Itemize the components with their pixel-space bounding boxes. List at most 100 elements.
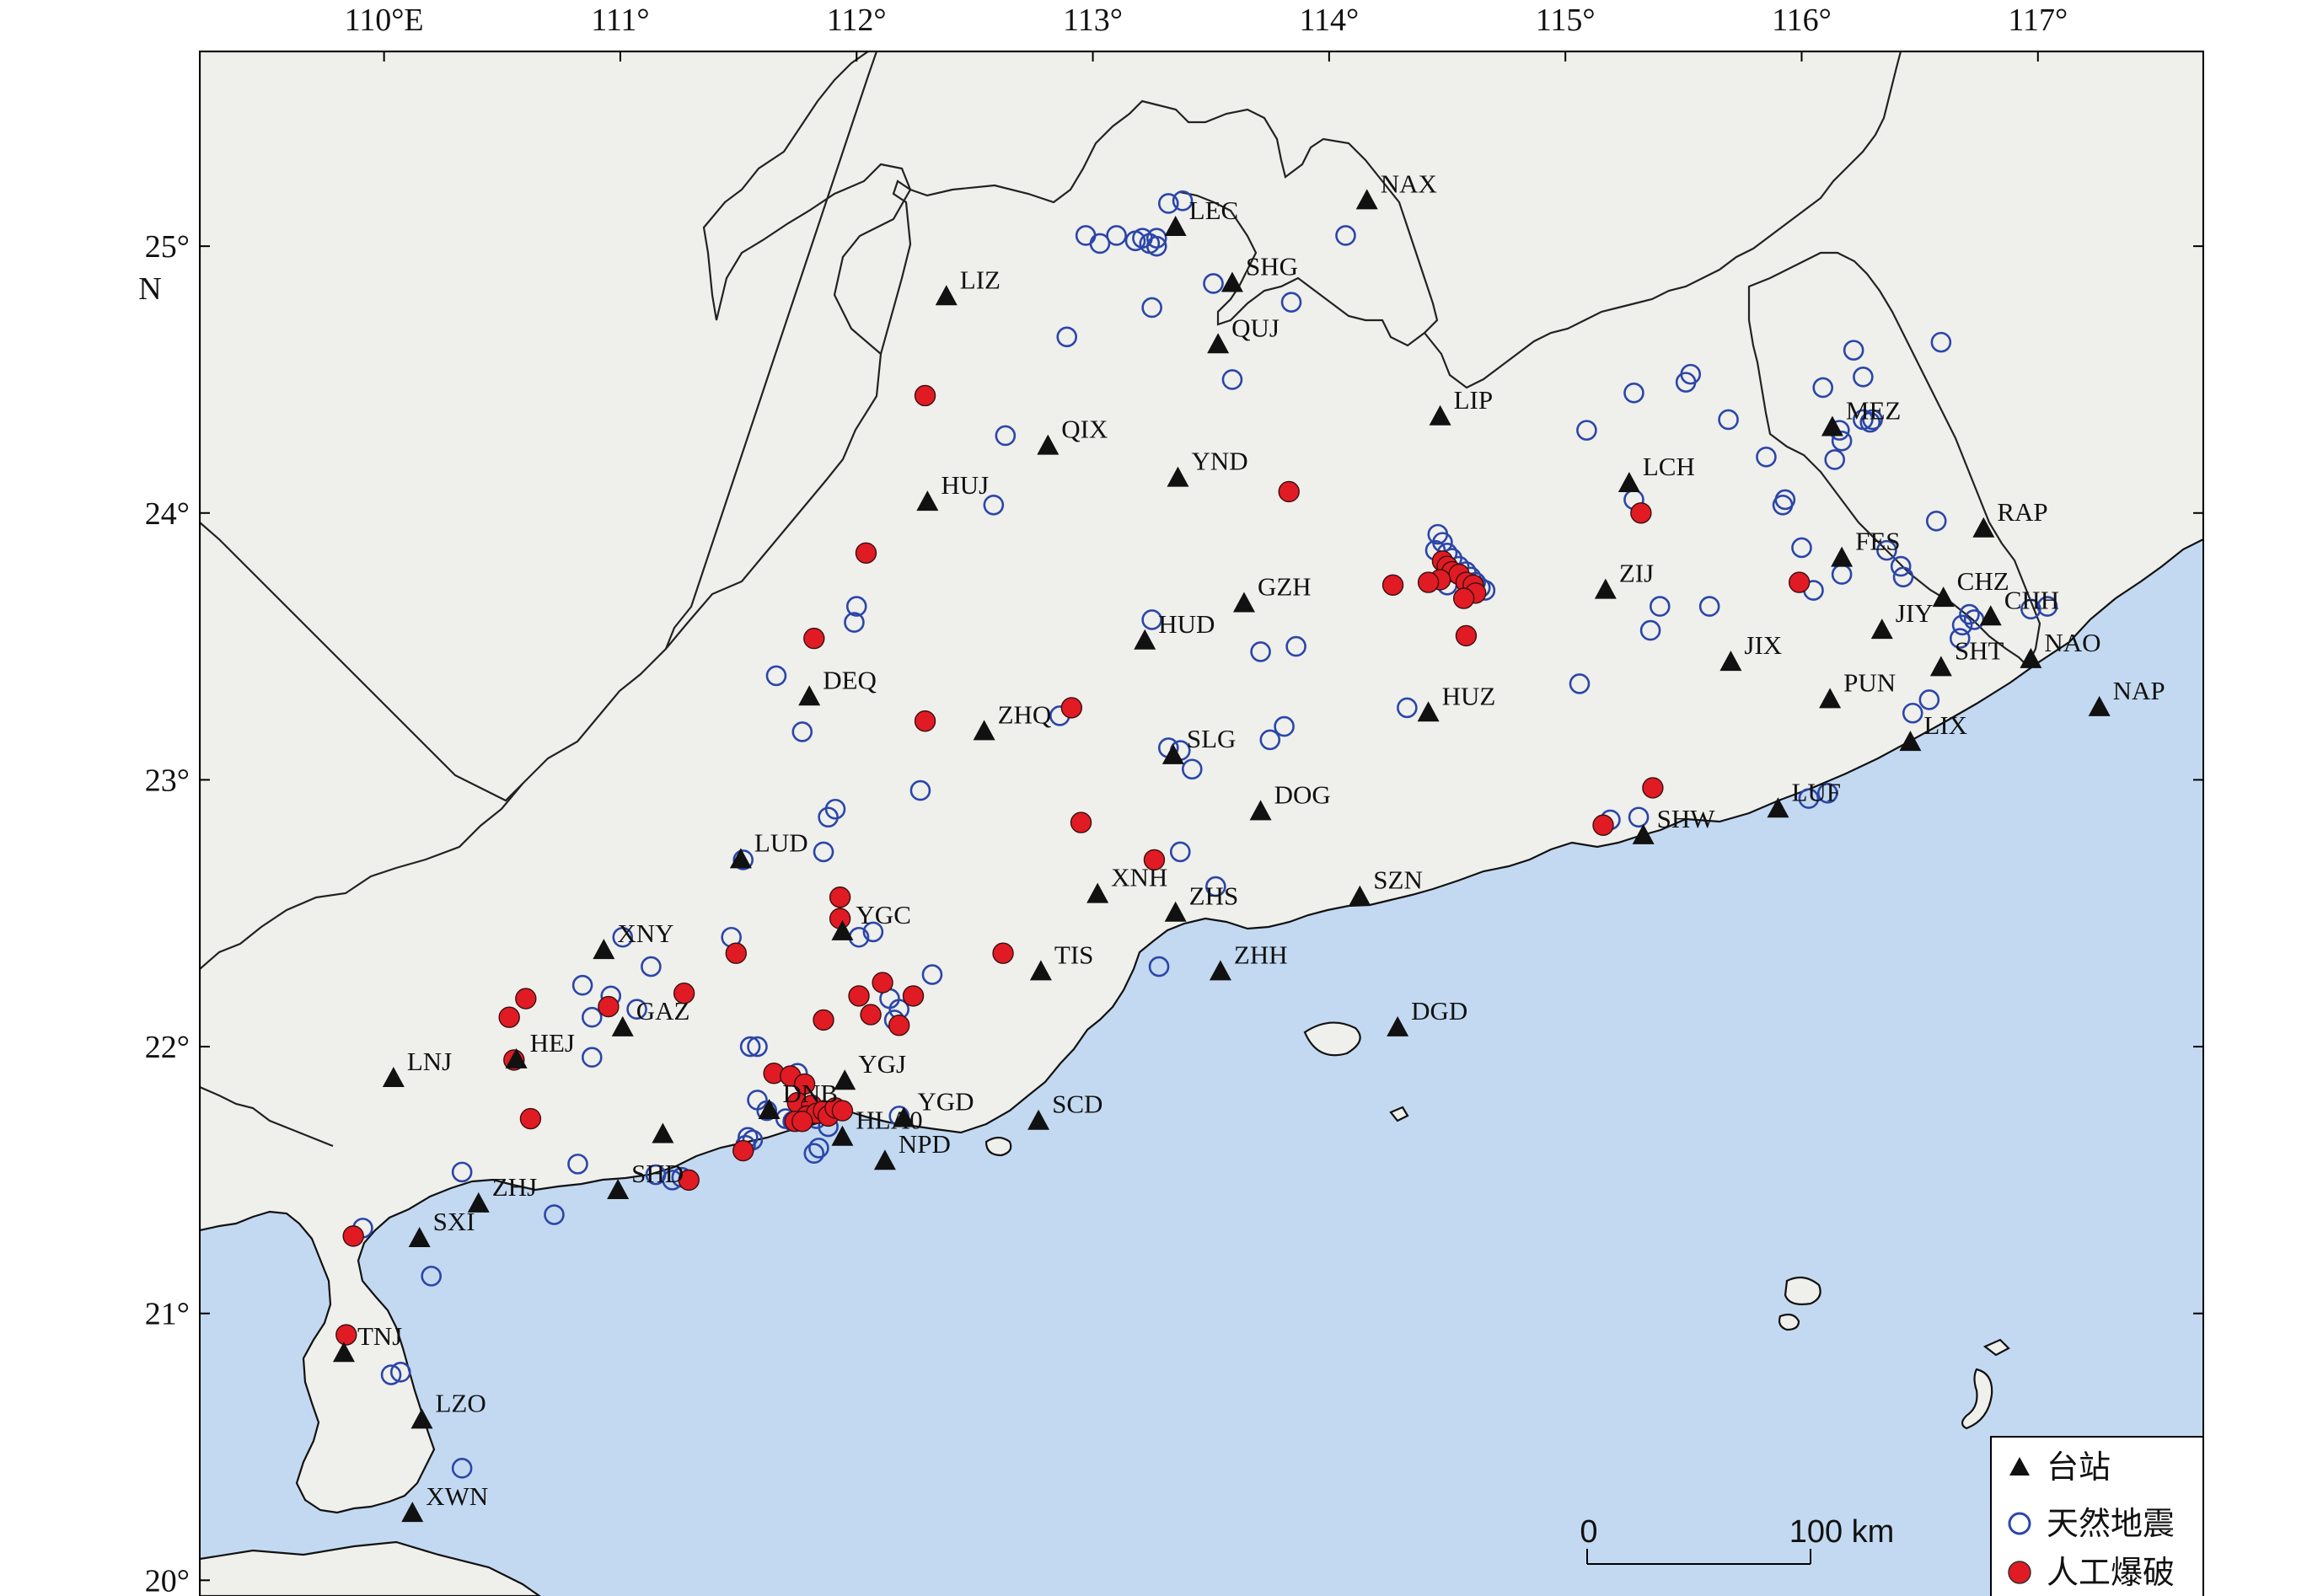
station-label: ZHH: [1234, 940, 1288, 969]
lon-tick-label: 110°E: [345, 3, 424, 38]
station-label: SHG: [1246, 251, 1298, 281]
lon-tick-label: 115°: [1536, 3, 1596, 38]
station-label: GAZ: [636, 996, 690, 1026]
map-area: [200, 51, 2203, 1596]
blast-marker: [888, 1015, 910, 1036]
seismic-station-map: 110°E 111° 112° 113° 114° 115° 116° 117° 25° 24° 2…: [138, 3, 2204, 1596]
station-label: LUD: [754, 827, 808, 857]
blast-marker: [855, 542, 877, 564]
blast-marker: [598, 995, 620, 1018]
blast-marker: [813, 1009, 834, 1031]
station-label: TNJ: [357, 1321, 402, 1351]
station-label: HUD: [1158, 609, 1215, 639]
blast-marker: [1060, 697, 1083, 719]
station-label: YND: [1191, 447, 1247, 476]
station-label: LNJ: [407, 1047, 452, 1076]
blast-marker: [829, 886, 851, 908]
blast-marker: [1417, 571, 1440, 593]
station-label: HEJ: [530, 1028, 575, 1058]
lat-tick-label: 25°: [145, 229, 190, 265]
station-label: GZH: [1258, 571, 1312, 601]
blast-marker: [1070, 811, 1092, 833]
station-label: DEQ: [823, 665, 877, 694]
station-label: QUJ: [1231, 313, 1280, 342]
station-label: ZIJ: [1619, 559, 1654, 588]
blast-marker: [848, 985, 870, 1007]
lat-tick-label: 20°: [145, 1563, 190, 1596]
north-label: N: [138, 271, 161, 307]
station-label: JIX: [1744, 630, 1782, 660]
station-label: JIY: [1896, 598, 1934, 628]
blast-marker: [902, 985, 925, 1007]
blast-marker: [992, 942, 1014, 964]
blast-marker: [791, 1111, 813, 1133]
lon-tick-label: 114°: [1299, 3, 1359, 38]
station-label: LCH: [1643, 452, 1695, 481]
station-label: MEZ: [1846, 395, 1901, 425]
blast-marker: [725, 942, 747, 964]
station-label: DNB: [783, 1079, 838, 1108]
blast-marker: [335, 1324, 357, 1346]
station-label: LUF: [1791, 777, 1841, 806]
blast-marker: [1630, 502, 1652, 524]
scale-end-label: 100 km: [1789, 1514, 1895, 1550]
station-label: ZHQ: [998, 699, 1052, 729]
station-label: YGD: [917, 1087, 974, 1117]
blast-marker: [860, 1004, 882, 1026]
island-2: [1778, 1313, 1800, 1331]
station-label: XNH: [1111, 863, 1167, 892]
blast-marker: [914, 710, 936, 732]
legend-station-label: 台站: [2047, 1449, 2111, 1486]
lat-tick-label: 23°: [145, 763, 190, 798]
blast-marker: [803, 627, 825, 650]
station-label: XWN: [426, 1481, 488, 1511]
lon-tick-label: 116°: [1772, 3, 1832, 38]
station-label: SXI: [433, 1207, 475, 1236]
station-label: CHZ: [1957, 566, 2009, 596]
station-label: LZO: [435, 1388, 486, 1417]
island-1: [1784, 1276, 1821, 1305]
lat-tick-label: 21°: [145, 1297, 190, 1332]
station-label: NAX: [1381, 169, 1437, 198]
station-label: ZHS: [1189, 881, 1239, 911]
blast-marker: [498, 1006, 520, 1028]
station-label: QIX: [1061, 415, 1108, 444]
blast-marker: [1592, 814, 1614, 836]
lat-tick-label: 24°: [145, 496, 190, 532]
blast-marker: [732, 1139, 754, 1162]
station-label: RAP: [1997, 497, 2047, 527]
station-label: XNY: [617, 919, 673, 948]
blast-marker: [1381, 574, 1404, 596]
station-label: CHH: [2004, 585, 2059, 614]
station-label: SHD: [631, 1159, 684, 1188]
station-label: LIP: [1454, 385, 1494, 415]
legend-blast-icon: [2008, 1561, 2031, 1584]
station-label: SHW: [1657, 804, 1716, 833]
legend-blast-label: 人工爆破: [2047, 1554, 2175, 1591]
blast-marker: [1278, 480, 1300, 503]
station-label: HUZ: [1442, 681, 1496, 710]
station-label: SLG: [1187, 724, 1237, 753]
station-label: PUN: [1843, 667, 1896, 697]
lon-tick-label: 112°: [827, 3, 887, 38]
blast-marker: [515, 988, 537, 1010]
station-label: DGD: [1411, 996, 1467, 1026]
island-6: [984, 1136, 1012, 1157]
lon-tick-label: 111°: [591, 3, 649, 38]
scale-zero-label: 0: [1580, 1514, 1597, 1550]
blast-marker: [872, 972, 893, 993]
blast-marker: [1642, 777, 1664, 799]
legend: 台站 天然地震 人工爆破: [1990, 1436, 2204, 1596]
blast-marker: [342, 1225, 364, 1247]
blast-marker: [914, 384, 936, 407]
station-label: YGC: [856, 900, 910, 929]
station-label: YGJ: [858, 1049, 906, 1079]
station-label: LEC: [1189, 195, 1239, 225]
station-label: SCD: [1052, 1090, 1102, 1119]
lat-tick-label: 22°: [145, 1030, 190, 1065]
station-label: NAO: [2044, 628, 2100, 657]
blast-marker: [1452, 587, 1475, 609]
station-label: FES: [1855, 527, 1900, 556]
station-label: SZN: [1373, 865, 1423, 895]
lon-tick-label: 113°: [1063, 3, 1123, 38]
